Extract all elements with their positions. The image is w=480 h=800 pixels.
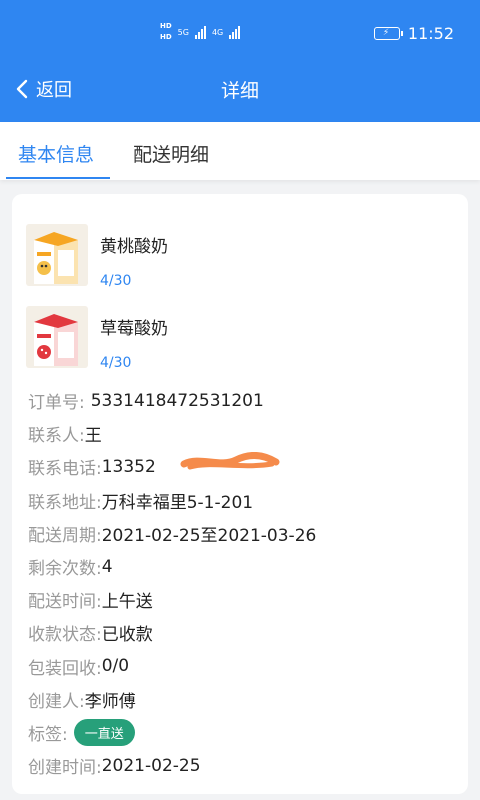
- detail-label: 收款状态:: [28, 625, 102, 646]
- page-title: 详细: [220, 80, 259, 102]
- detail-row-payment: 收款状态: 已收款: [28, 616, 316, 649]
- detail-label: 订单号:: [28, 393, 85, 414]
- detail-row-address: 联系地址: 万科幸福里5-1-201: [28, 484, 316, 517]
- detail-row-tag: 标签: 一直送: [28, 716, 316, 749]
- product-name: 黄桃酸奶: [100, 237, 168, 257]
- detail-value: 4: [101, 556, 113, 577]
- product-name: 草莓酸奶: [100, 319, 168, 339]
- status-bar: HD HD 5G 4G ⚡ 11:52: [0, 0, 480, 70]
- detail-row-recycle: 包装回收: 0/0: [28, 650, 316, 683]
- product-image: [26, 306, 88, 368]
- hd-icon: HD: [160, 33, 172, 41]
- detail-label: 配送时间:: [28, 592, 102, 613]
- status-right: ⚡ 11:52: [373, 24, 454, 43]
- product-info: 草莓酸奶 4/30: [100, 306, 168, 371]
- detail-card: 黄桃酸奶 4/30 草莓酸奶 4/30 订单号: 533141847253120…: [12, 194, 468, 794]
- detail-value: 2021-02-25至2021-03-26: [101, 525, 317, 546]
- detail-row-delivery-time: 配送时间: 上午送: [28, 583, 316, 616]
- detail-row-order-no: 订单号: 5331418472531201: [28, 384, 316, 417]
- detail-label: 标签:: [28, 724, 68, 745]
- detail-value: 13352: [101, 456, 156, 477]
- detail-label: 创建时间:: [28, 758, 102, 779]
- network-indicators: HD HD 5G 4G: [160, 22, 241, 42]
- product-info: 黄桃酸奶 4/30: [100, 224, 168, 289]
- tab-delivery-details[interactable]: 配送明细: [133, 140, 209, 167]
- hd-badges: HD HD: [160, 22, 172, 42]
- detail-label: 配送周期:: [28, 525, 102, 546]
- product-item: 草莓酸奶 4/30: [26, 306, 168, 371]
- detail-value: 上午送: [101, 592, 153, 613]
- detail-value: 已收款: [101, 625, 153, 646]
- signal-icon: [229, 25, 241, 39]
- detail-row-period: 配送周期: 2021-02-25至2021-03-26: [28, 517, 316, 550]
- detail-value: 王: [84, 426, 102, 447]
- product-count: 4/30: [100, 273, 132, 289]
- detail-row-created: 创建时间: 2021-02-25: [28, 749, 316, 782]
- detail-label: 剩余次数:: [28, 559, 102, 580]
- detail-row-creator: 创建人: 李师傅: [28, 683, 316, 716]
- detail-label: 联系人:: [28, 426, 85, 447]
- detail-label: 联系电话:: [28, 459, 102, 480]
- detail-label: 包装回收:: [28, 658, 102, 679]
- order-details: 订单号: 5331418472531201 联系人: 王 联系电话: 13352…: [28, 384, 316, 782]
- hd-icon: HD: [160, 22, 172, 30]
- network-label: 4G: [211, 27, 224, 37]
- battery-icon: ⚡: [373, 27, 403, 40]
- product-item: 黄桃酸奶 4/30: [26, 224, 168, 289]
- detail-label: 创建人:: [28, 691, 85, 712]
- detail-value: 2021-02-25: [101, 755, 201, 776]
- tab-basic-info[interactable]: 基本信息: [18, 140, 94, 167]
- detail-value: 5331418472531201: [90, 390, 264, 411]
- clock: 11:52: [407, 24, 454, 43]
- detail-label: 联系地址:: [28, 492, 102, 513]
- active-tab-indicator: [6, 177, 110, 179]
- detail-row-contact: 联系人: 王: [28, 417, 316, 450]
- tab-bar: 基本信息 配送明细: [0, 122, 480, 180]
- nav-bar: 返回 详细: [0, 70, 480, 110]
- status-badge: 一直送: [73, 718, 135, 746]
- detail-value: 李师傅: [84, 691, 136, 712]
- signal-icon: [194, 25, 206, 39]
- detail-value: 万科幸福里5-1-201: [101, 492, 254, 513]
- product-count: 4/30: [100, 355, 132, 371]
- redaction-scribble: [180, 452, 280, 470]
- detail-row-remaining: 剩余次数: 4: [28, 550, 316, 583]
- network-label: 5G: [177, 27, 189, 37]
- detail-value: 0/0: [101, 656, 130, 677]
- product-image: [26, 224, 88, 286]
- app-header: HD HD 5G 4G ⚡ 11:52 返回 详细: [0, 0, 480, 122]
